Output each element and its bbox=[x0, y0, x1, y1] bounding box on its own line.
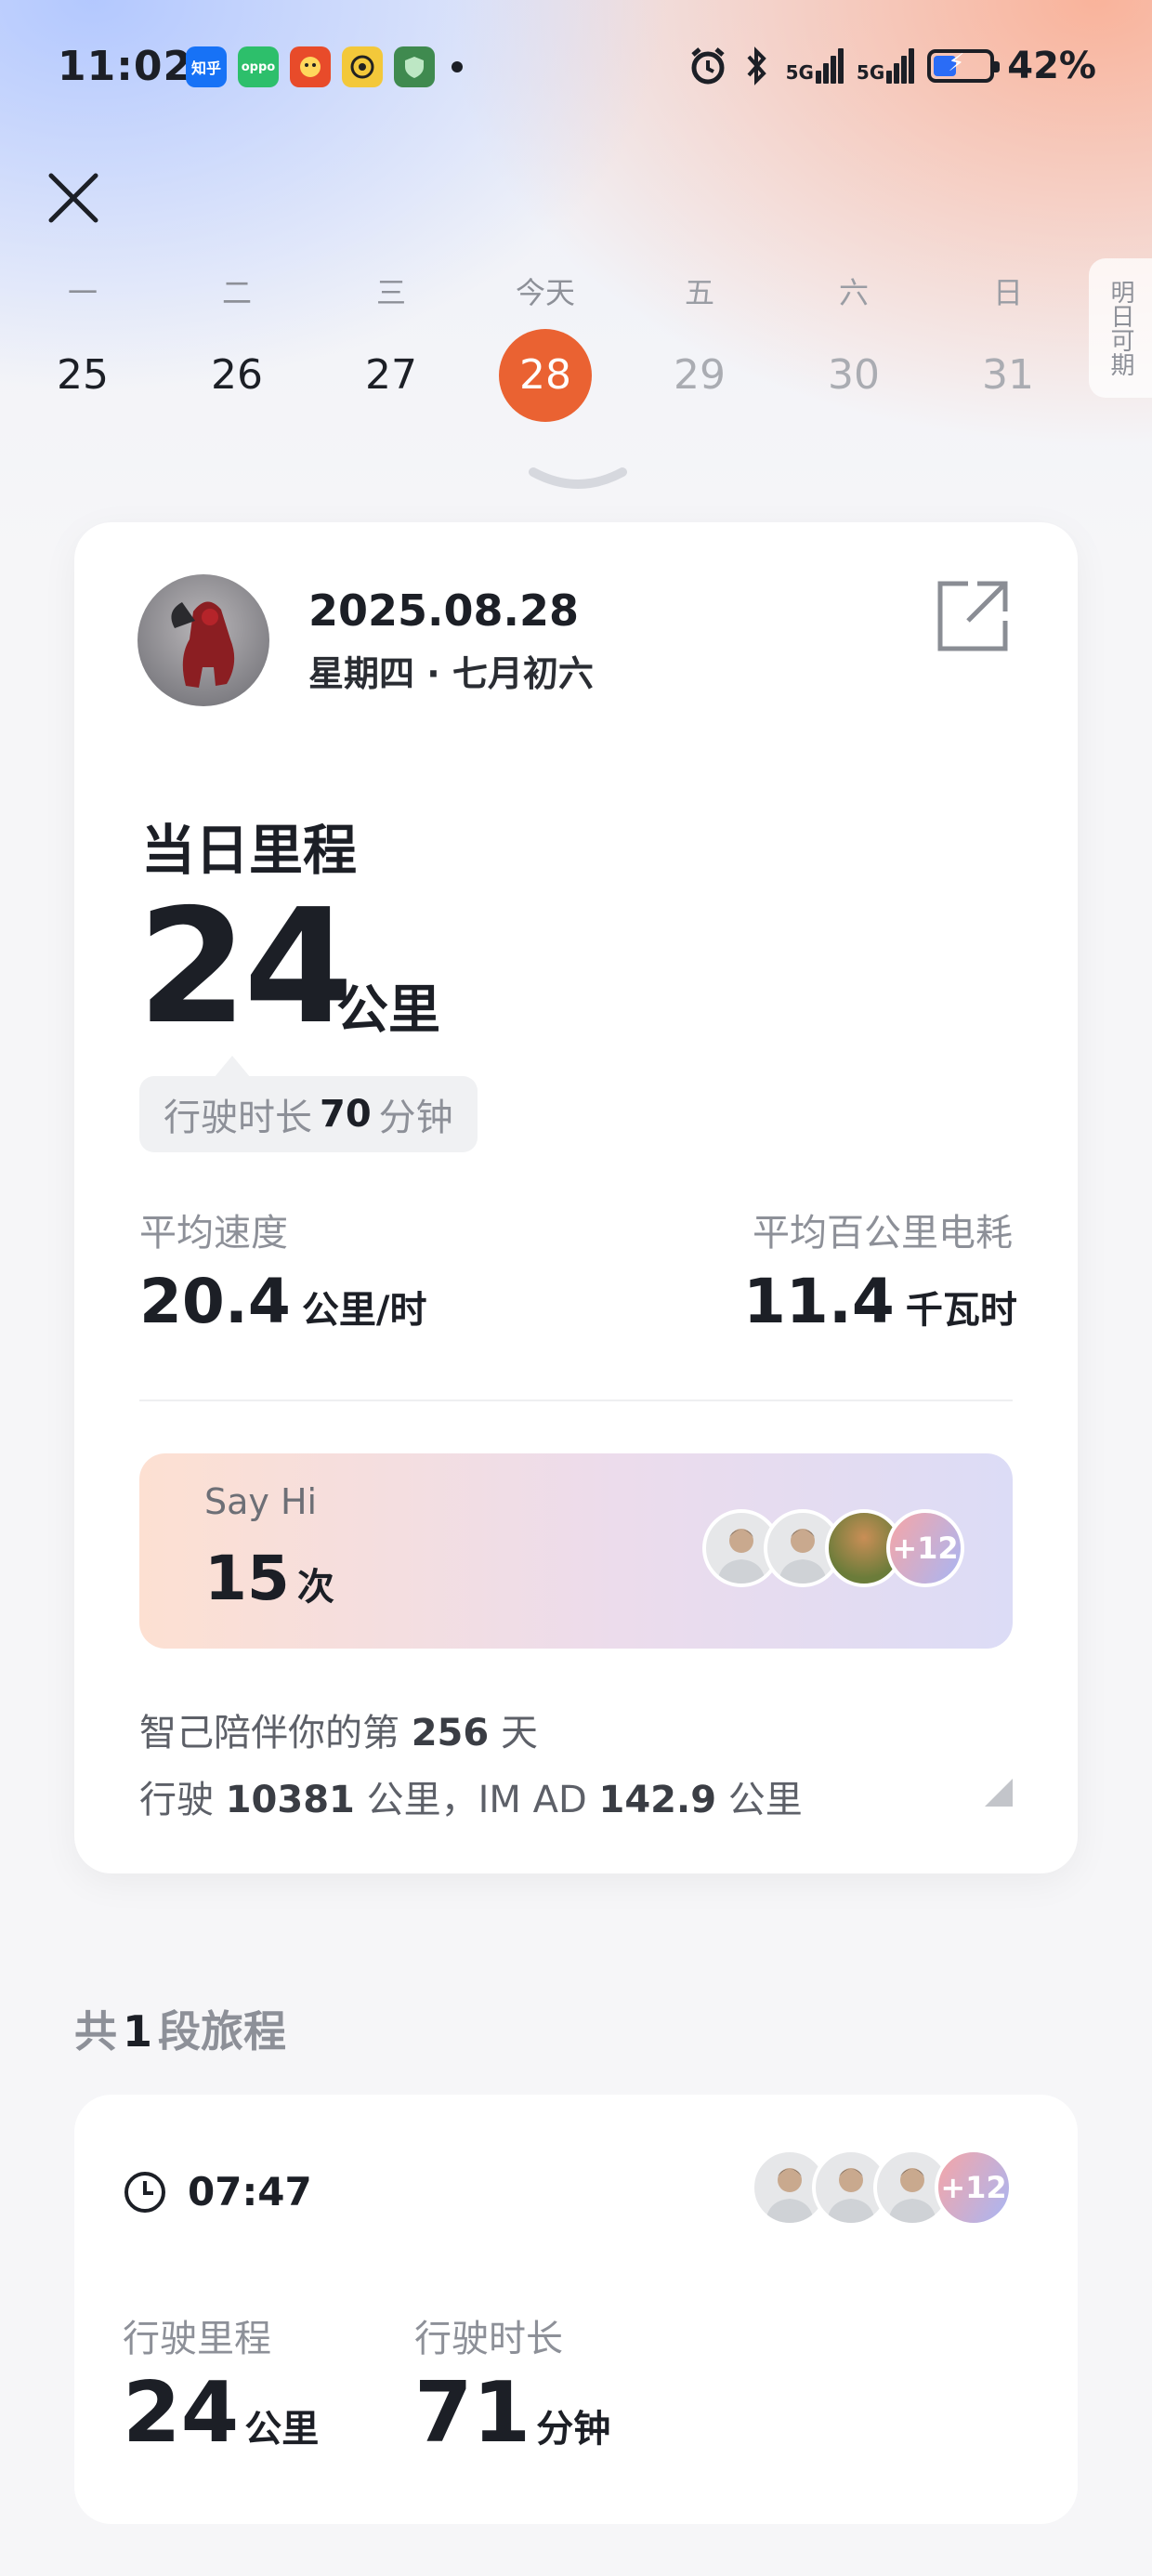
next-week-label: 明日可期 bbox=[1106, 280, 1134, 376]
battery-icon: ⚡ bbox=[927, 49, 1001, 83]
companion-days-text: 智己陪伴你的第 256 天 bbox=[139, 1712, 538, 1755]
more-avatars-badge: +12 bbox=[935, 2149, 1013, 2227]
trip-distance-label: 行驶里程 bbox=[123, 2318, 271, 2360]
more-avatars-badge: +12 bbox=[886, 1509, 964, 1587]
card-corner-marker bbox=[985, 1779, 1013, 1807]
say-hi-title: Say Hi bbox=[204, 1481, 318, 1522]
day-number: 28 bbox=[499, 329, 592, 422]
trip-distance-value: 24 公里 bbox=[123, 2364, 320, 2462]
user-avatar[interactable] bbox=[137, 574, 269, 706]
trip-duration-value: 71 分钟 bbox=[414, 2364, 611, 2462]
next-week-tab[interactable]: 明日可期 bbox=[1089, 258, 1152, 398]
driving-duration-value: 70 bbox=[320, 1093, 372, 1136]
alarm-icon bbox=[690, 47, 725, 85]
day-label: 五 bbox=[684, 275, 714, 310]
daily-distance-value: 24 bbox=[137, 875, 354, 1059]
status-time: 11:02 bbox=[58, 43, 193, 90]
trip-start-time: 07:47 bbox=[123, 2169, 312, 2215]
day-label: 三 bbox=[375, 275, 406, 310]
daily-mileage-title: 当日里程 bbox=[141, 819, 358, 882]
avg-speed-label: 平均速度 bbox=[139, 1212, 288, 1255]
day-label: 一 bbox=[67, 275, 98, 310]
trips-heading: 共 1 段旅程 bbox=[74, 2006, 287, 2057]
oppo-app-icon: oppo bbox=[238, 46, 279, 87]
day-number: 31 bbox=[982, 351, 1034, 399]
avg-speed-value: 20.4 公里/时 bbox=[139, 1266, 427, 1337]
say-hi-count: 15 次 bbox=[204, 1543, 334, 1614]
avatar-figure-icon bbox=[171, 601, 235, 688]
share-button[interactable] bbox=[935, 578, 1011, 658]
day-number: 29 bbox=[674, 351, 726, 399]
driving-duration-pill: 行驶时长 70 分钟 bbox=[139, 1076, 478, 1152]
trip-card[interactable]: 07:47 +12 行驶里程 24 公里 行驶时长 71 分钟 bbox=[74, 2095, 1078, 2524]
daily-summary-card: 2025.08.28 星期四 · 七月初六 当日里程 24 公里 行驶时长 70… bbox=[74, 522, 1078, 1873]
energy-consumption-label: 平均百公里电耗 bbox=[753, 1212, 1013, 1255]
bluetooth-icon bbox=[747, 46, 766, 85]
day-label: 今天 bbox=[515, 275, 575, 310]
close-button[interactable] bbox=[41, 165, 106, 230]
close-icon bbox=[48, 173, 98, 223]
daily-distance-unit: 公里 bbox=[336, 980, 440, 1041]
summary-weekday-lunar: 星期四 · 七月初六 bbox=[308, 653, 594, 694]
cellular-signal-2-icon: 5G bbox=[857, 48, 915, 84]
cellular-signal-1-icon: 5G bbox=[786, 48, 844, 84]
day-number: 25 bbox=[57, 351, 109, 399]
clock-icon bbox=[124, 2171, 165, 2213]
day-number: 27 bbox=[365, 351, 417, 399]
day-label: 日 bbox=[992, 275, 1023, 310]
day-wed[interactable]: 三 27 bbox=[335, 269, 447, 422]
day-number: 26 bbox=[211, 351, 263, 399]
expand-calendar-handle[interactable] bbox=[526, 465, 630, 496]
more-notifications-dot bbox=[452, 61, 463, 72]
divider bbox=[139, 1400, 1013, 1401]
day-sun[interactable]: 日 31 bbox=[952, 269, 1064, 422]
battery-percent: 42% bbox=[1007, 45, 1096, 87]
day-today[interactable]: 今天 28 bbox=[490, 269, 601, 422]
total-mileage-text: 行驶 10381 公里，IM AD 142.9 公里 bbox=[139, 1779, 803, 1821]
chevron-down-icon bbox=[529, 467, 627, 489]
energy-consumption-value: 11.4 千瓦时 bbox=[743, 1266, 1017, 1337]
day-sat[interactable]: 六 30 bbox=[798, 269, 910, 422]
zhihu-app-icon: 知乎 bbox=[186, 46, 227, 87]
say-hi-panel[interactable]: Say Hi 15 次 +12 bbox=[139, 1453, 1013, 1649]
day-label: 二 bbox=[221, 275, 252, 310]
trip-duration-label: 行驶时长 bbox=[414, 2318, 563, 2360]
share-icon bbox=[937, 581, 1008, 651]
day-fri[interactable]: 五 29 bbox=[644, 269, 755, 422]
game-app-icon bbox=[290, 46, 331, 87]
day-tue[interactable]: 二 26 bbox=[181, 269, 293, 422]
day-label: 六 bbox=[838, 275, 869, 310]
say-hi-avatars: +12 bbox=[702, 1509, 964, 1587]
summary-date: 2025.08.28 bbox=[308, 585, 580, 636]
notification-app-icons: 知乎 oppo bbox=[186, 46, 463, 87]
system-status-icons: 5G 5G ⚡ 42% bbox=[687, 45, 1096, 87]
status-bar: 11:02 知乎 oppo 5G 5G ⚡ 42% bbox=[0, 0, 1152, 139]
day-mon[interactable]: 一 25 bbox=[27, 269, 138, 422]
music-app-icon bbox=[342, 46, 383, 87]
shield-app-icon bbox=[394, 46, 435, 87]
day-number: 30 bbox=[828, 351, 880, 399]
trip-avatars: +12 bbox=[751, 2149, 1013, 2227]
